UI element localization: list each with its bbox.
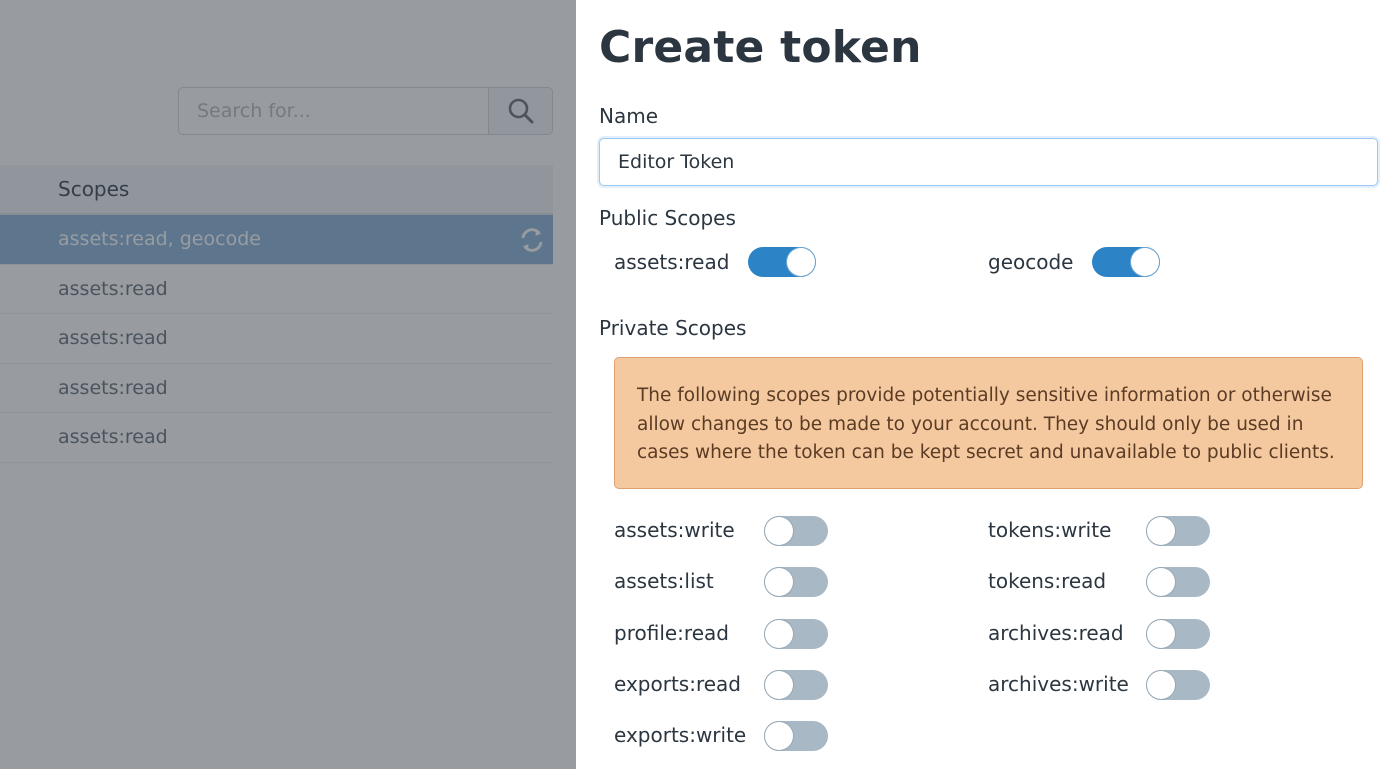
toggle-exports-write[interactable]	[764, 721, 828, 751]
scope-label: tokens:read	[988, 569, 1107, 593]
scope-label: assets:read	[614, 250, 730, 274]
scope-label: assets:write	[614, 518, 735, 542]
scope-label: tokens:write	[988, 518, 1112, 542]
private-scopes-label: Private Scopes	[599, 316, 747, 340]
toggle-assets-read[interactable]	[748, 247, 816, 277]
scope-tokens-write: tokens:write	[988, 514, 1111, 546]
scope-assets-write: assets:write	[614, 514, 735, 546]
toggle-profile-read[interactable]	[764, 619, 828, 649]
warning-alert: The following scopes provide potentially…	[614, 357, 1363, 489]
scope-label: archives:read	[988, 621, 1124, 645]
toggle-assets-write[interactable]	[764, 516, 828, 546]
scope-label: archives:write	[988, 672, 1129, 696]
modal-backdrop[interactable]	[0, 0, 576, 769]
toggle-exports-read[interactable]	[764, 670, 828, 700]
scope-geocode: geocode	[988, 246, 1073, 278]
name-label: Name	[599, 104, 659, 128]
scope-assets-read: assets:read	[614, 246, 729, 278]
public-scopes-label: Public Scopes	[599, 206, 736, 230]
scope-archives-write: archives:write	[988, 668, 1129, 700]
token-name-input[interactable]	[599, 138, 1378, 186]
toggle-archives-write[interactable]	[1146, 670, 1210, 700]
toggle-geocode[interactable]	[1092, 247, 1160, 277]
scope-profile-read: profile:read	[614, 617, 729, 649]
toggle-archives-read[interactable]	[1146, 619, 1210, 649]
create-token-panel: Create token Name Public Scopes assets:r…	[576, 0, 1395, 769]
scope-label: assets:list	[614, 569, 714, 593]
toggle-assets-list[interactable]	[764, 567, 828, 597]
scope-exports-read: exports:read	[614, 668, 741, 700]
modal-title: Create token	[599, 22, 922, 73]
scope-exports-write: exports:write	[614, 719, 746, 751]
scope-assets-list: assets:list	[614, 565, 714, 597]
scope-label: exports:write	[614, 723, 747, 747]
toggle-tokens-write[interactable]	[1146, 516, 1210, 546]
scope-label: geocode	[988, 250, 1074, 274]
scope-label: exports:read	[614, 672, 741, 696]
scope-archives-read: archives:read	[988, 617, 1124, 649]
scope-tokens-read: tokens:read	[988, 565, 1106, 597]
toggle-tokens-read[interactable]	[1146, 567, 1210, 597]
scope-label: profile:read	[614, 621, 729, 645]
